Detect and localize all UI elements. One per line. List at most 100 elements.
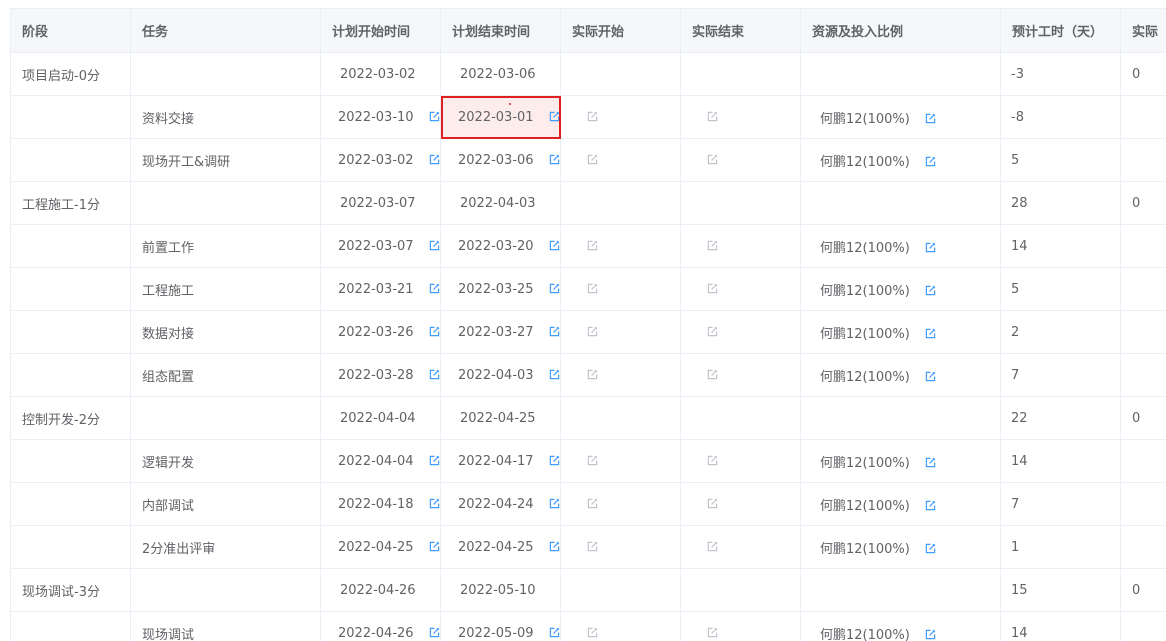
task-name: 组态配置 [142,369,195,385]
plan-start-date: 2022-03-28 [338,367,414,383]
actual-end-cell [680,181,801,225]
plan-end-cell[interactable]: 2022-03-27 [440,310,561,354]
actual-end-cell [680,138,801,182]
actual-start-cell [560,138,681,182]
edit-plan-start-icon[interactable] [429,541,440,552]
resource-cell[interactable]: 何鹏12(100%) [800,353,1001,397]
estimated-days: -8 [1011,109,1024,125]
edit-resource-icon[interactable] [925,457,936,468]
plan-end-cell[interactable]: 2022-04-24 [440,482,561,526]
edit-plan-end-icon[interactable] [549,240,560,251]
edit-plan-start-icon[interactable] [429,111,440,122]
plan-start-date: 2022-04-26 [340,582,416,598]
estimated-days-cell: 14 [1000,611,1121,641]
actual-days: 0 [1132,410,1141,426]
edit-resource-icon[interactable] [925,242,936,253]
resource-cell[interactable]: 何鹏12(100%) [800,611,1001,641]
edit-plan-end-icon[interactable] [549,498,560,509]
edit-plan-start-icon[interactable] [429,154,440,165]
plan-end-cell[interactable]: 2022-04-17 [440,439,561,483]
edit-plan-start-icon[interactable] [429,369,440,380]
plan-end-cell[interactable]: 2022-03-20 [440,224,561,268]
edit-plan-start-icon[interactable] [429,498,440,509]
resource-cell[interactable]: 何鹏12(100%) [800,439,1001,483]
edit-resource-icon[interactable] [925,371,936,382]
edit-resource-icon[interactable] [925,113,936,124]
edit-plan-end-icon[interactable] [549,326,560,337]
plan-start-cell[interactable]: 2022-03-10 [320,95,441,139]
plan-start-cell[interactable]: 2022-03-02 [320,138,441,182]
plan-start-cell[interactable]: 2022-03-26 [320,310,441,354]
stage-cell [10,95,131,139]
plan-end-cell-invalid[interactable]: 2022-03-01 [440,95,561,139]
task-cell: 前置工作 [130,224,321,268]
plan-end-cell[interactable]: 2022-03-06 [440,138,561,182]
actual-end-cell [680,353,801,397]
actual-end-cell [680,482,801,526]
resource-cell[interactable]: 何鹏12(100%) [800,267,1001,311]
plan-start-cell[interactable]: 2022-04-26 [320,611,441,641]
actual-days-cell: 0 [1120,568,1166,612]
task-cell: 资料交接 [130,95,321,139]
plan-end-cell[interactable]: 2022-03-25 [440,267,561,311]
edit-plan-end-icon[interactable] [549,627,560,638]
actual-days-cell: 0 [1120,181,1166,225]
edit-plan-end-icon[interactable] [549,455,560,466]
actual-start-cell [560,95,681,139]
resource-cell[interactable]: 何鹏12(100%) [800,138,1001,182]
resource-cell[interactable]: 何鹏12(100%) [800,310,1001,354]
task-cell: 2分准出评审 [130,525,321,569]
plan-start-cell[interactable]: 2022-03-28 [320,353,441,397]
actual-start-cell [560,52,681,96]
plan-start-cell[interactable]: 2022-03-07 [320,224,441,268]
edit-plan-start-icon[interactable] [429,455,440,466]
edit-resource-icon[interactable] [925,285,936,296]
estimated-days: 14 [1011,625,1028,641]
resource-cell[interactable]: 何鹏12(100%) [800,224,1001,268]
estimated-days-cell: 2 [1000,310,1121,354]
plan-end-cell[interactable]: 2022-04-03 [440,353,561,397]
actual-start-cell [560,267,681,311]
stage-cell [10,310,131,354]
edit-plan-end-icon[interactable] [549,283,560,294]
edit-resource-icon[interactable] [925,328,936,339]
edit-resource-icon[interactable] [925,500,936,511]
edit-plan-end-icon[interactable] [549,154,560,165]
edit-plan-end-icon[interactable] [549,369,560,380]
edit-actual-end-icon [707,240,718,251]
task-row: 前置工作 2022-03-07 2022-03-20 何鹏12(100%) 14 [10,224,1166,268]
plan-start-cell[interactable]: 2022-03-21 [320,267,441,311]
edit-plan-start-icon[interactable] [429,326,440,337]
plan-end-cell[interactable]: 2022-05-09 [440,611,561,641]
resource-allocation: 何鹏12(100%) [820,541,910,557]
plan-end-cell: 2022-04-03 [440,181,561,225]
plan-start-cell[interactable]: 2022-04-25 [320,525,441,569]
edit-plan-start-icon[interactable] [429,240,440,251]
stage-cell: 现场调试-3分 [10,568,131,612]
plan-start-cell[interactable]: 2022-04-18 [320,482,441,526]
edit-plan-end-icon[interactable] [549,111,560,122]
stage-name: 控制开发-2分 [22,412,100,428]
actual-days-cell [1120,353,1166,397]
resource-allocation: 何鹏12(100%) [820,326,910,342]
actual-days-cell [1120,95,1166,139]
edit-resource-icon[interactable] [925,629,936,640]
edit-actual-end-icon [707,326,718,337]
edit-plan-start-icon[interactable] [429,627,440,638]
plan-end-cell[interactable]: 2022-04-25 [440,525,561,569]
resource-cell[interactable]: 何鹏12(100%) [800,482,1001,526]
estimated-days: 22 [1011,410,1028,426]
edit-plan-end-icon[interactable] [549,541,560,552]
resource-cell[interactable]: 何鹏12(100%) [800,95,1001,139]
actual-start-cell [560,439,681,483]
plan-start-cell[interactable]: 2022-04-04 [320,439,441,483]
task-cell [130,52,321,96]
stage-cell [10,138,131,182]
edit-resource-icon[interactable] [925,156,936,167]
resource-cell[interactable]: 何鹏12(100%) [800,525,1001,569]
edit-resource-icon[interactable] [925,543,936,554]
plan-end-date: 2022-05-10 [460,582,536,598]
header-plan-end: 计划结束时间 [440,8,561,53]
stage-row: 工程施工-1分 2022-03-07 2022-04-03 28 0 [10,181,1166,225]
edit-plan-start-icon[interactable] [429,283,440,294]
